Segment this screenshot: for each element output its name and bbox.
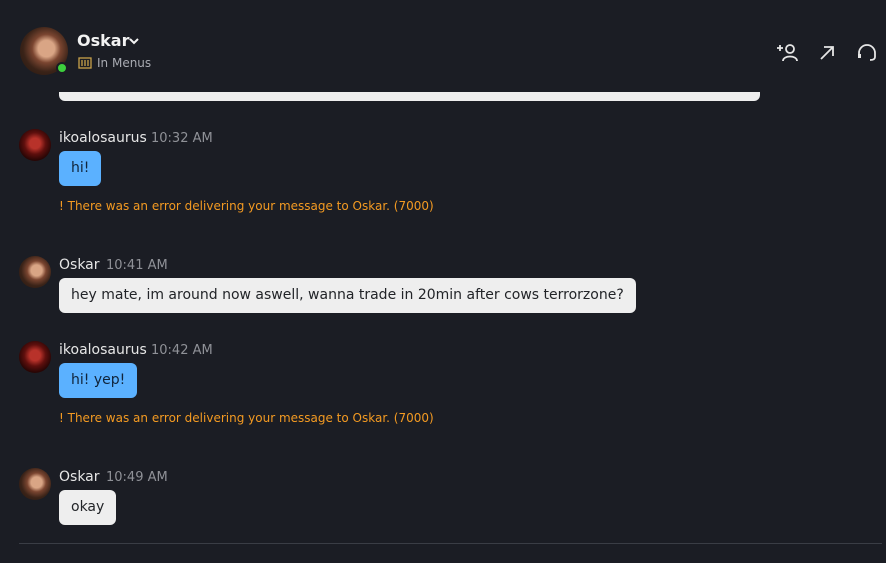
message-timestamp: 10:49 AM [106,470,168,485]
message-author[interactable]: ikoalosaurus [59,130,147,146]
message-bubble: hi! yep! [59,363,138,398]
avatar[interactable] [19,468,51,500]
message-author[interactable]: Oskar [59,469,100,485]
delivery-error: ! There was an error delivering your mes… [59,199,434,213]
message-timestamp: 10:41 AM [106,258,168,273]
add-friend-button[interactable] [775,41,799,65]
message-bubble: hey mate, im around now aswell, wanna tr… [59,278,636,313]
message-author[interactable]: ikoalosaurus [59,342,147,358]
message-timestamp: 10:32 AM [151,131,213,146]
message-bubble: okay [59,490,117,525]
chat-window: Hey mate, im writing you regarding your … [0,0,886,563]
arrow-up-right-icon [820,46,834,60]
message-author[interactable]: Oskar [59,257,100,273]
avatar[interactable] [19,129,51,161]
avatar[interactable] [19,256,51,288]
voice-call-button[interactable] [855,41,879,65]
pop-out-button[interactable] [815,41,839,65]
composer-divider [19,543,882,544]
message-timestamp: 10:42 AM [151,343,213,358]
chat-header: Oskar In Menus [0,0,886,92]
chevron-down-icon[interactable] [127,34,141,48]
message-bubble: hi! [59,151,102,186]
game-status-icon [78,57,92,69]
avatar[interactable] [19,341,51,373]
contact-status: In Menus [97,56,152,70]
headset-icon [858,44,876,61]
contact-name[interactable]: Oskar [77,31,129,50]
presence-dot [56,62,68,74]
delivery-error: ! There was an error delivering your mes… [59,411,434,425]
add-person-icon [777,44,798,62]
